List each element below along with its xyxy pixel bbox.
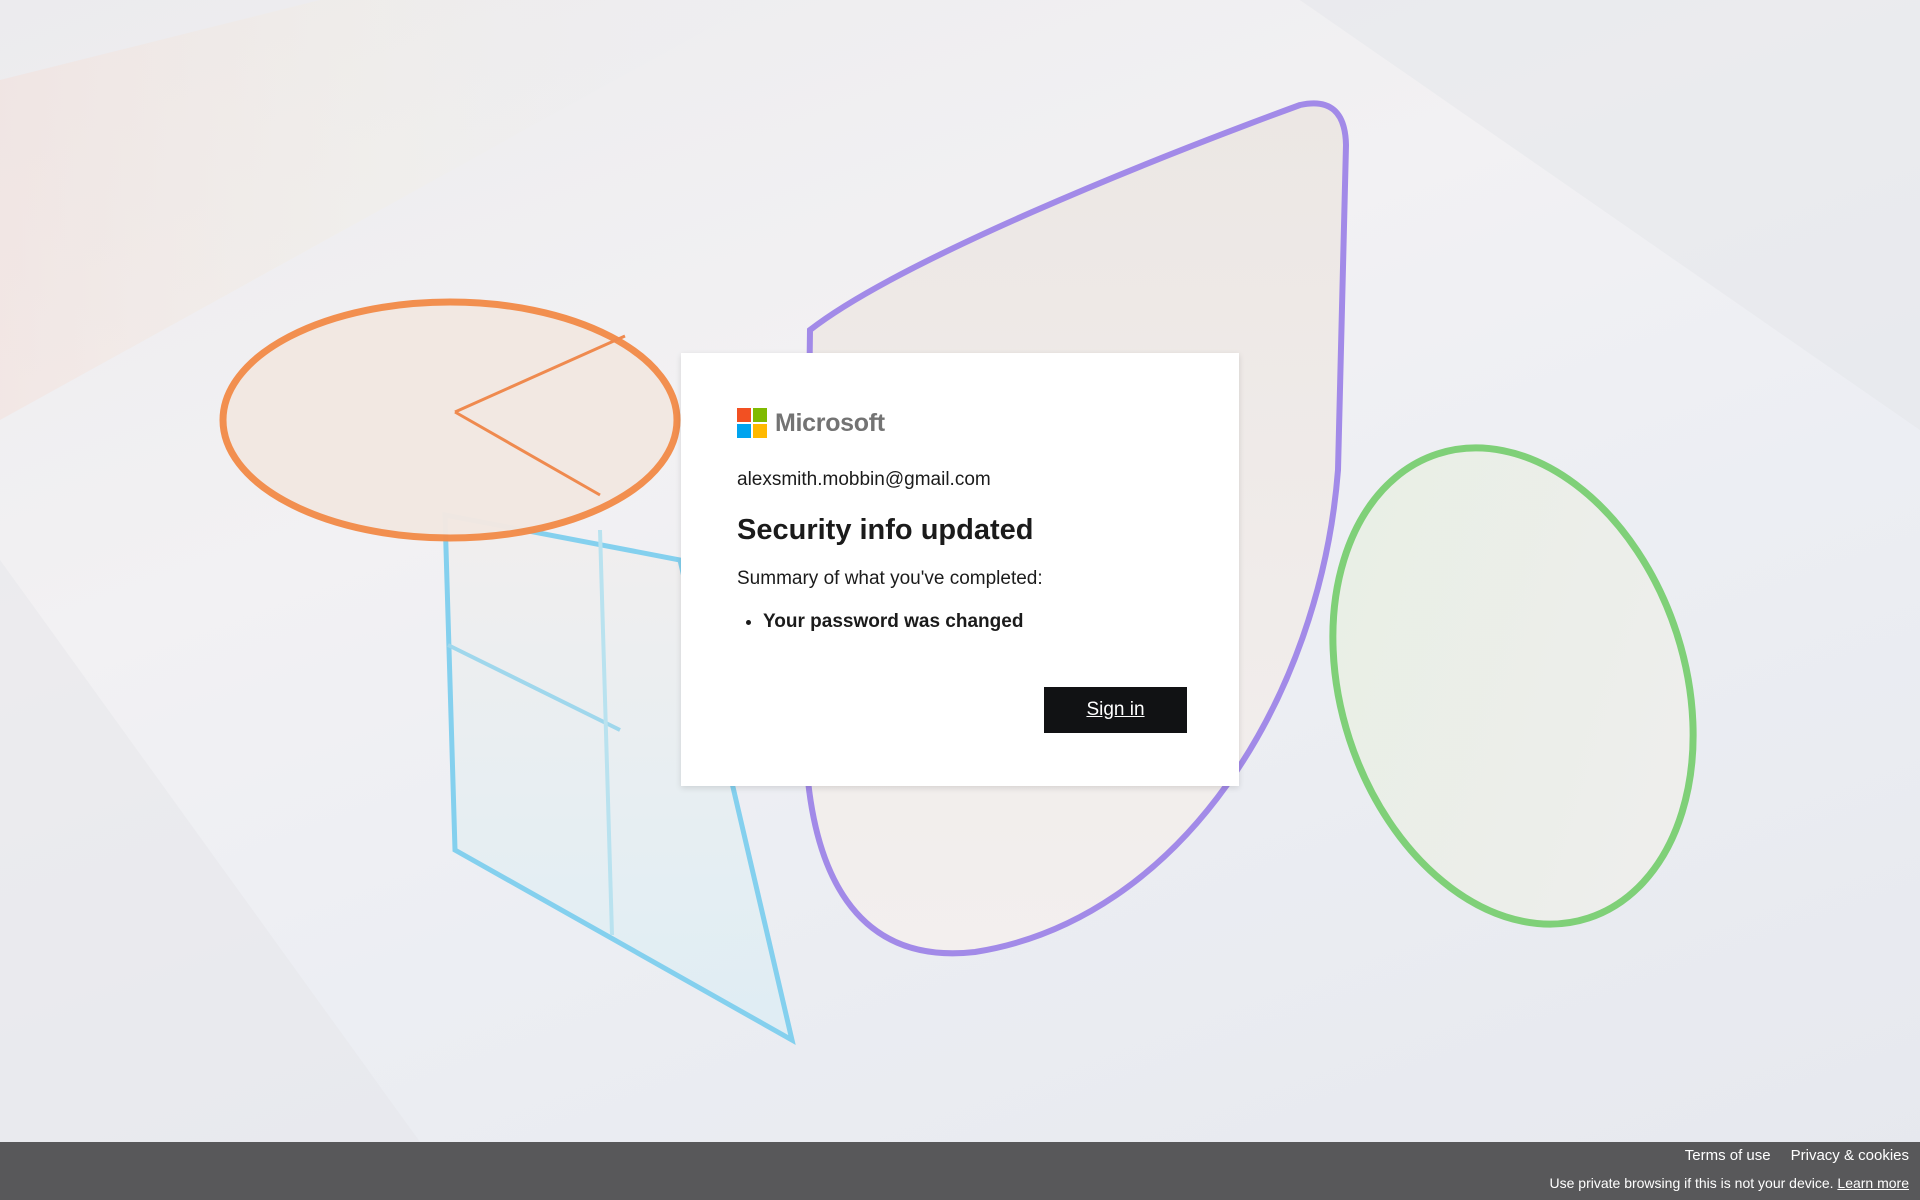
sign-in-button[interactable]: Sign in	[1044, 687, 1187, 733]
learn-more-link[interactable]: Learn more	[1837, 1175, 1909, 1191]
summary-text: Summary of what you've completed:	[737, 568, 1043, 589]
footer: Terms of use Privacy & cookies Use priva…	[0, 1142, 1920, 1200]
page: Microsoft alexsmith.mobbin@gmail.com Sec…	[0, 0, 1920, 1200]
list-item: Your password was changed	[763, 611, 1023, 633]
privacy-cookies-link[interactable]: Privacy & cookies	[1791, 1147, 1909, 1164]
footer-links: Terms of use Privacy & cookies	[1685, 1147, 1909, 1164]
account-email: alexsmith.mobbin@gmail.com	[737, 469, 991, 490]
microsoft-logo-icon	[737, 408, 767, 438]
terms-of-use-link[interactable]: Terms of use	[1685, 1147, 1771, 1164]
page-title: Security info updated	[737, 514, 1034, 546]
microsoft-logo: Microsoft	[737, 408, 885, 438]
private-browsing-text: Use private browsing if this is not your…	[1549, 1175, 1834, 1191]
completed-list: Your password was changed	[737, 611, 1023, 633]
security-info-card: Microsoft alexsmith.mobbin@gmail.com Sec…	[681, 353, 1239, 786]
microsoft-logo-text: Microsoft	[775, 408, 885, 437]
private-browsing-note: Use private browsing if this is not your…	[1550, 1175, 1910, 1191]
